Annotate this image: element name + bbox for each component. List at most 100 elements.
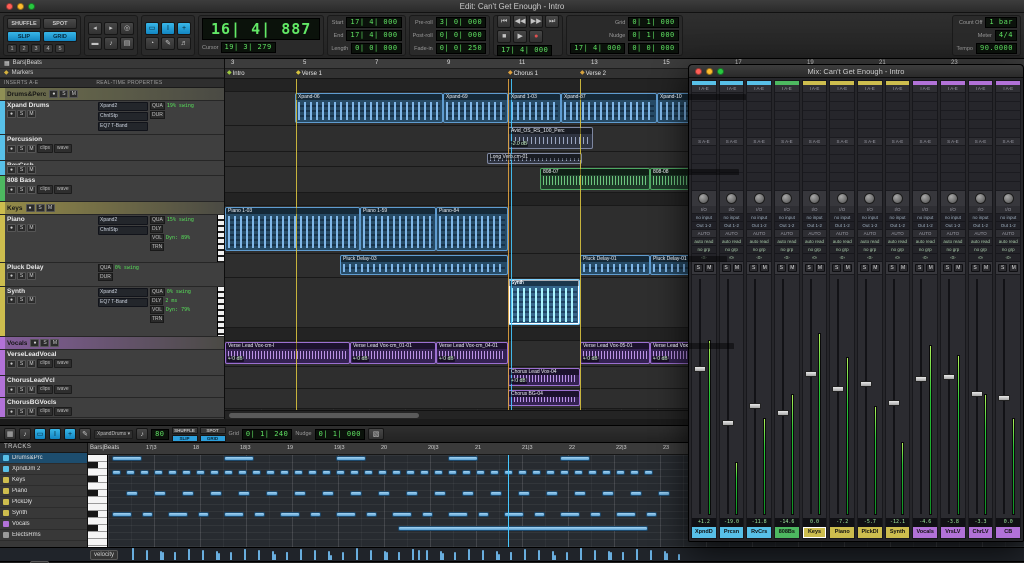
insert-slot[interactable]: [885, 120, 910, 129]
mixer-strip-xpndd[interactable]: I A-E S A-E I/O no input Out 1-2 AUTO auto rea…: [691, 80, 717, 539]
strip-solo-button[interactable]: S: [970, 264, 980, 272]
fader-area[interactable]: [802, 274, 827, 518]
insert-slot[interactable]: [692, 129, 716, 138]
pan-value[interactable]: ‹0›: [830, 254, 855, 262]
velocity-stem[interactable]: [412, 549, 414, 560]
post-roll-value[interactable]: 0| 0| 000: [435, 30, 487, 41]
zoom-out-icon[interactable]: ◂: [88, 21, 102, 35]
insert-slot[interactable]: [802, 111, 827, 120]
send-slot[interactable]: [858, 146, 882, 155]
velocity-stem[interactable]: [314, 553, 316, 560]
insert-slot[interactable]: [968, 111, 993, 120]
shuffle-mode-button[interactable]: SHUFFLE: [7, 18, 41, 29]
fader-cap[interactable]: [694, 366, 706, 373]
midi-note[interactable]: [112, 512, 132, 517]
send-slot[interactable]: [692, 182, 716, 191]
group-assign[interactable]: no grp: [719, 246, 744, 254]
midi-note[interactable]: [280, 512, 300, 517]
rewind-icon[interactable]: ◀◀: [513, 15, 528, 28]
send-slot[interactable]: [858, 155, 882, 164]
velocity-stem[interactable]: [442, 553, 444, 560]
velocity-stem[interactable]: [610, 552, 612, 560]
output-path[interactable]: Out 1-2: [747, 222, 772, 230]
track-view-chip-wave[interactable]: wave: [54, 359, 72, 368]
mixer-strip-chrlv[interactable]: I A-E S A-E I/O no input Out 1-2 AUTO auto rea…: [967, 80, 994, 539]
midi-note[interactable]: [112, 456, 142, 461]
insert-slot[interactable]: [941, 102, 965, 111]
group-assign[interactable]: no grp: [747, 246, 772, 254]
send-slot[interactable]: [719, 182, 744, 191]
midi-note[interactable]: [448, 470, 457, 475]
automation-mode[interactable]: auto read: [996, 238, 1021, 246]
fader-area[interactable]: [858, 274, 882, 518]
midi-note[interactable]: [630, 491, 642, 496]
group-assign[interactable]: no grp: [775, 246, 799, 254]
midi-grabber-tool-icon[interactable]: +: [64, 428, 76, 440]
midi-note[interactable]: [588, 470, 597, 475]
clip-pluck-delay-01[interactable]: Pluck Delay-01: [580, 255, 650, 275]
velocity-stem[interactable]: [300, 551, 302, 560]
clip-verse-lead-vox-cm-04-01[interactable]: Verse Lead Vox-cm_04-01 + 0 dB: [436, 342, 508, 364]
send-slot[interactable]: [747, 164, 772, 173]
input-path[interactable]: no input: [692, 214, 716, 222]
midi-note[interactable]: [336, 512, 356, 517]
velocity-stem[interactable]: [566, 554, 568, 560]
automation-mode[interactable]: auto read: [802, 238, 827, 246]
track-view-chip-wave[interactable]: wave: [54, 385, 72, 394]
rtp-param-button[interactable]: DUR: [150, 111, 165, 119]
send-slot[interactable]: [913, 164, 938, 173]
send-slot[interactable]: [830, 146, 855, 155]
pan-value[interactable]: ‹0›: [802, 254, 827, 262]
velocity-stem[interactable]: [244, 550, 246, 560]
pan-value[interactable]: ‹0›: [968, 254, 993, 262]
midi-note[interactable]: [210, 470, 219, 475]
midi-shuffle-mode-button[interactable]: SHUFFLE: [171, 426, 198, 434]
mix-close-window-icon[interactable]: [695, 68, 702, 75]
rtp-param-button[interactable]: VOL: [150, 234, 165, 242]
track-row-piano[interactable]: Piano ● S M Xpand2 ChnlStp QUA 15% swing DLY VOL D…: [0, 215, 224, 263]
rtp-param-button[interactable]: QUA: [150, 102, 165, 110]
insert-slot[interactable]: [858, 102, 882, 111]
velocity-stem[interactable]: [258, 551, 260, 560]
midi-note[interactable]: [210, 491, 222, 496]
clip-pluck-delay-03[interactable]: Pluck Delay-03: [340, 255, 508, 275]
fader-area[interactable]: [775, 274, 799, 518]
midi-note[interactable]: [534, 512, 545, 517]
insert-slot[interactable]: [830, 111, 855, 120]
velocity-stem[interactable]: [426, 553, 428, 560]
fader-area[interactable]: [913, 274, 938, 518]
close-window-icon[interactable]: [6, 3, 13, 10]
fader-area[interactable]: [968, 274, 993, 518]
output-path[interactable]: Out 1-2: [719, 222, 744, 230]
strip-name[interactable]: VrsLV: [941, 527, 965, 538]
piano-key[interactable]: [88, 539, 107, 546]
fader-area[interactable]: [885, 274, 910, 518]
output-path[interactable]: Out 1-2: [830, 222, 855, 230]
send-slot[interactable]: [885, 146, 910, 155]
midi-note[interactable]: [518, 470, 527, 475]
midi-trim-tool-icon[interactable]: ▭: [34, 428, 46, 440]
strip-mute-button[interactable]: M: [704, 264, 714, 272]
send-slot[interactable]: [802, 182, 827, 191]
pan-knob[interactable]: [753, 193, 765, 204]
insert-slot[interactable]: [747, 93, 772, 102]
track-solo-button[interactable]: S: [17, 110, 26, 118]
send-slot[interactable]: [858, 164, 882, 173]
midi-note[interactable]: [574, 470, 583, 475]
strip-mute-button[interactable]: M: [926, 264, 936, 272]
track-row-percussion[interactable]: Percussion ● S Mclips wave: [0, 135, 224, 161]
send-slot[interactable]: [941, 146, 965, 155]
pan-knob[interactable]: [781, 193, 793, 204]
send-slot[interactable]: [996, 146, 1021, 155]
track-solo-button[interactable]: S: [17, 166, 26, 174]
send-slot[interactable]: [885, 173, 910, 182]
spot-mode-button[interactable]: SPOT: [43, 18, 77, 29]
midi-note[interactable]: [168, 512, 188, 517]
midi-note[interactable]: [238, 470, 247, 475]
insert-slot[interactable]: [747, 129, 772, 138]
midi-note[interactable]: [196, 470, 205, 475]
send-slot[interactable]: [775, 146, 799, 155]
clip-gain-badge[interactable]: + 0 dB: [438, 356, 455, 362]
midi-note[interactable]: [560, 456, 590, 461]
midi-note[interactable]: [126, 470, 135, 475]
